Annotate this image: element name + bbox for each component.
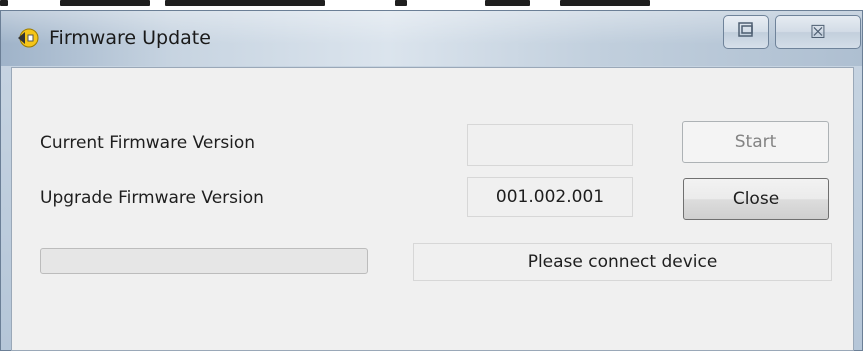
close-window-button[interactable]: ☒ — [775, 15, 861, 49]
status-text: Please connect device — [413, 243, 832, 281]
upgrade-version-label: Upgrade Firmware Version — [40, 188, 264, 208]
close-icon: ☒ — [809, 21, 827, 42]
restore-icon — [736, 20, 756, 45]
close-button[interactable]: Close — [683, 178, 829, 220]
dialog-body: Current Firmware Version Start Upgrade F… — [11, 67, 854, 351]
current-version-label: Current Firmware Version — [40, 133, 256, 153]
upgrade-version-field: 001.002.001 — [467, 177, 633, 217]
current-version-field — [467, 124, 633, 166]
speaker-icon — [15, 26, 39, 50]
progress-bar — [40, 248, 368, 274]
start-button[interactable]: Start — [682, 121, 829, 163]
firmware-update-window: Firmware Update ☒ Current Firmware Versi… — [0, 10, 863, 351]
title-bar[interactable]: Firmware Update ☒ — [1, 11, 862, 66]
window-title: Firmware Update — [49, 27, 211, 49]
restore-button[interactable] — [723, 15, 769, 49]
